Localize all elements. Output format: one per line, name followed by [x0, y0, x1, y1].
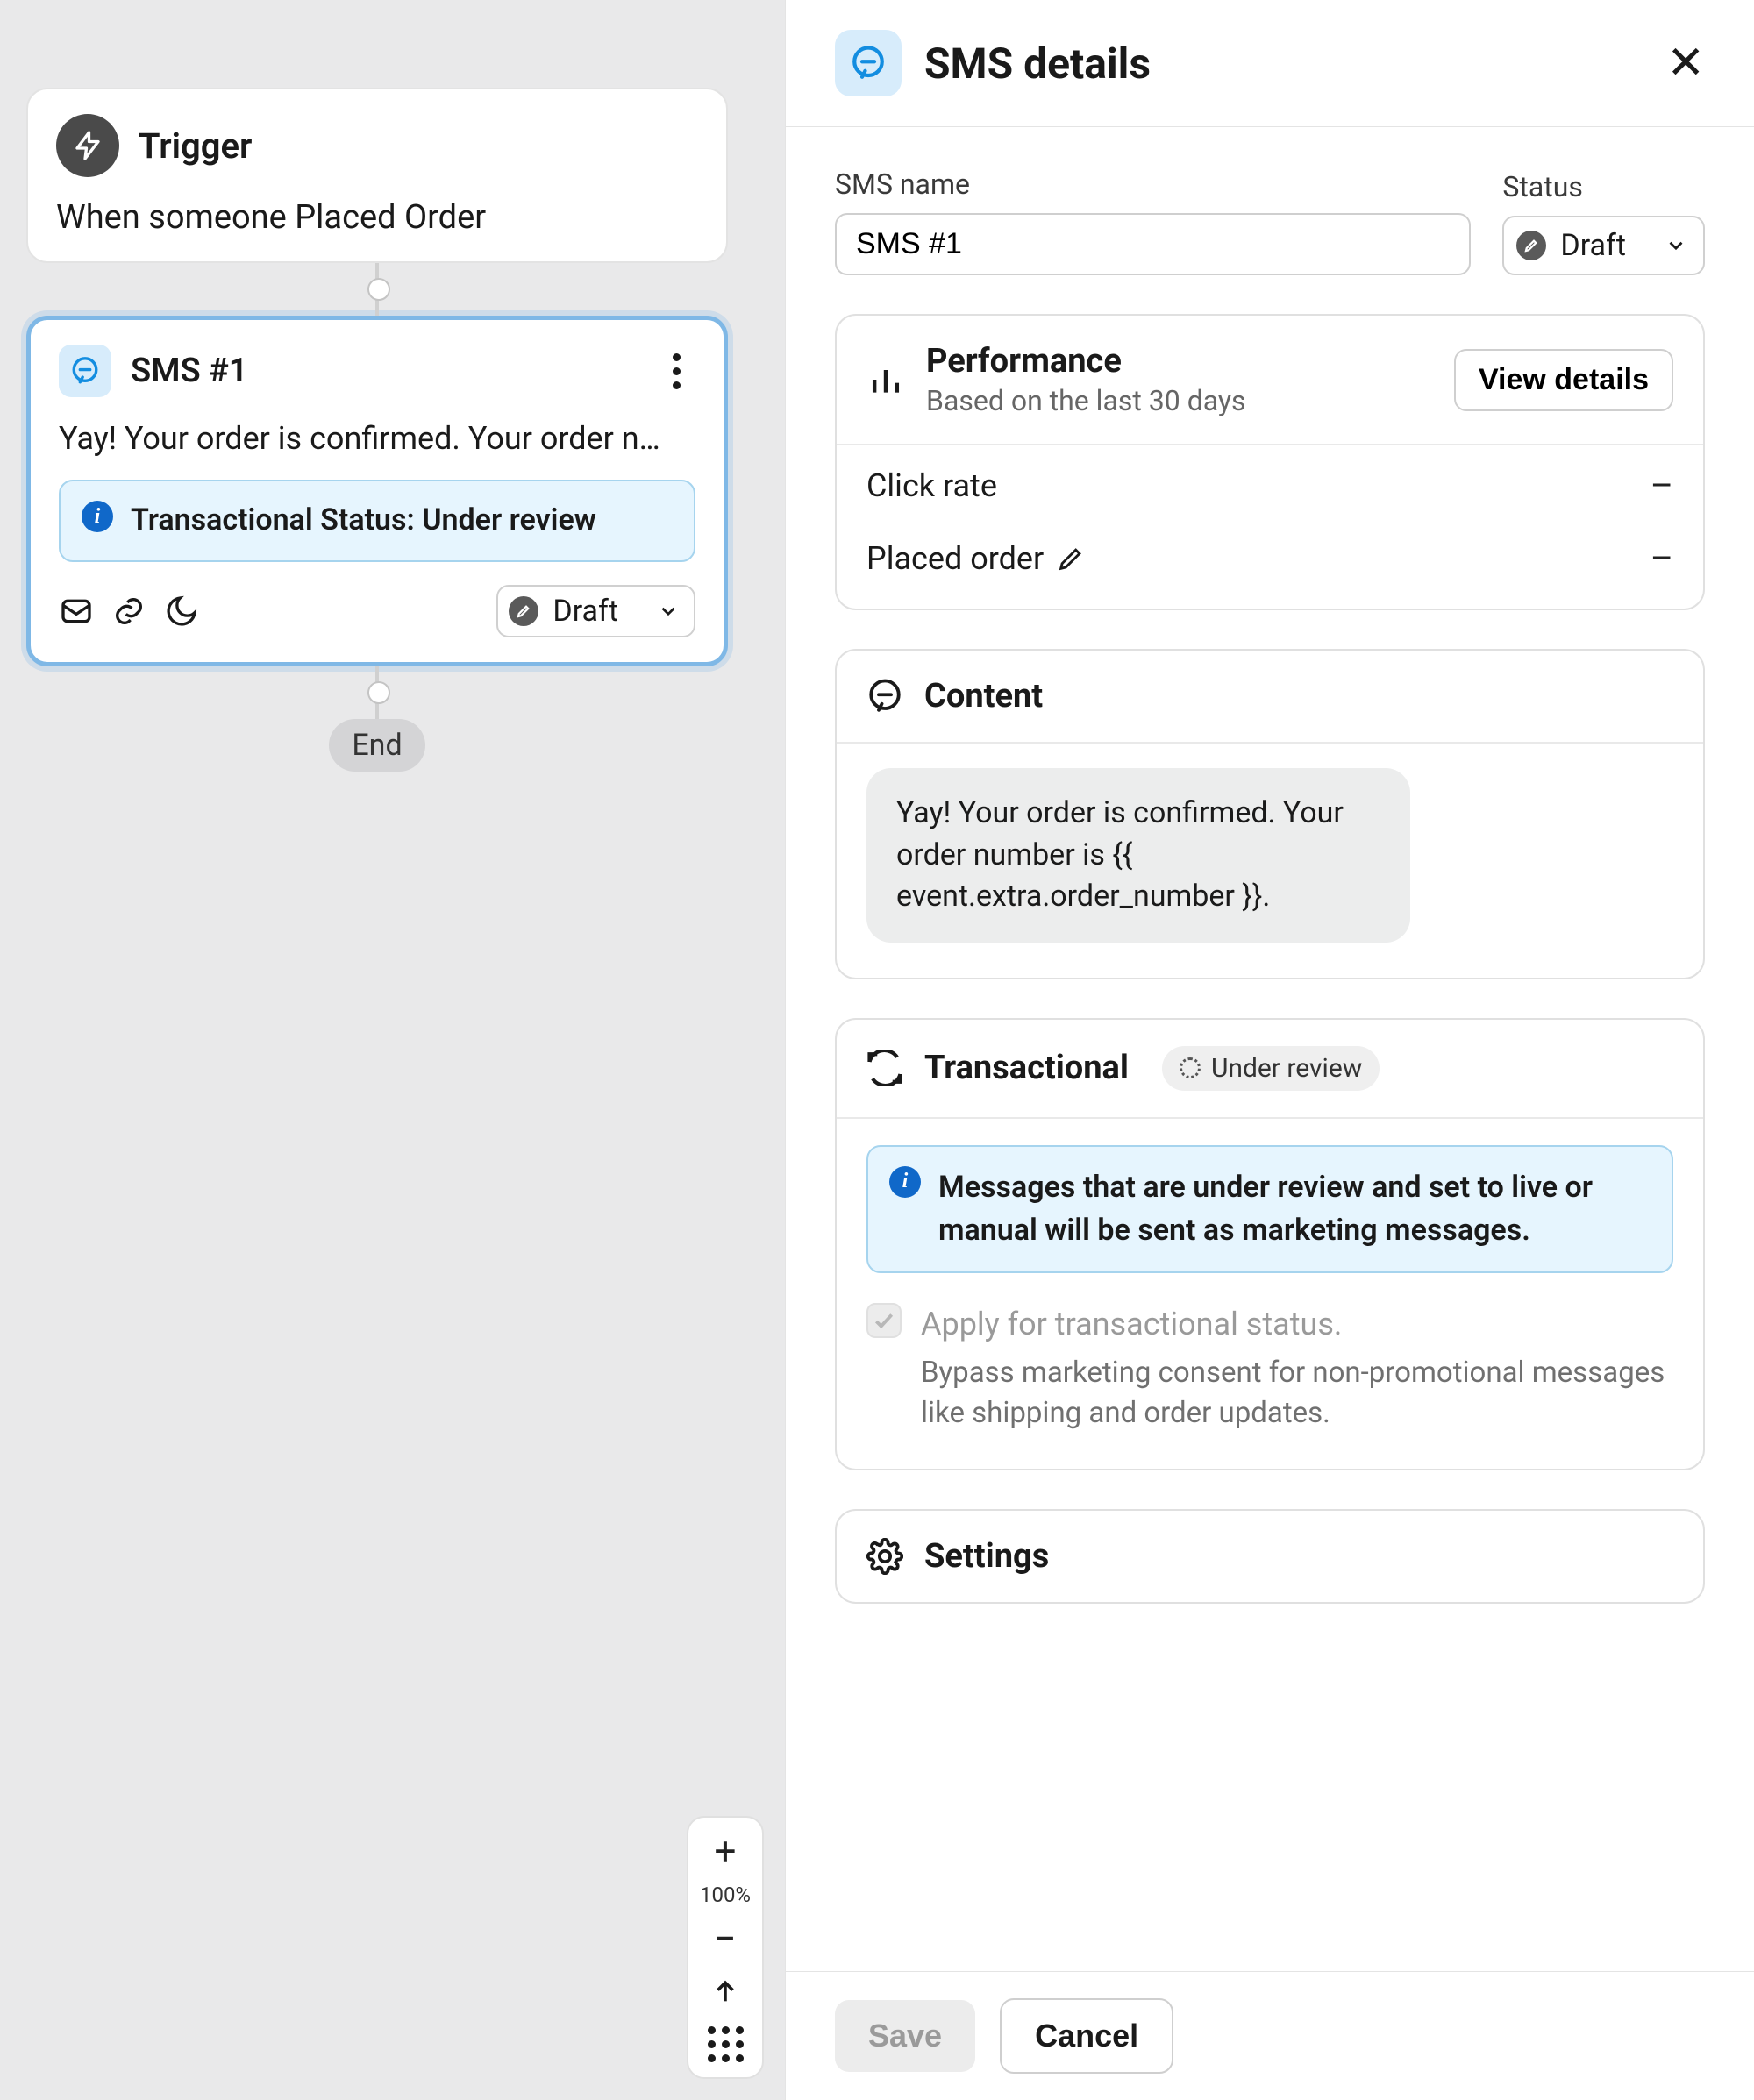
panel-title: SMS details	[924, 39, 1643, 89]
sms-preview-text: Yay! Your order is confirmed. Your order…	[59, 420, 695, 457]
connector-line	[375, 666, 379, 719]
link-icon	[111, 594, 146, 629]
apply-label: Apply for transactional status.	[921, 1303, 1673, 1346]
node-mini-icons	[59, 594, 199, 629]
metric-label: Placed order	[866, 540, 1086, 577]
callout-text: Transactional Status: Under review	[131, 501, 596, 541]
view-details-button[interactable]: View details	[1454, 349, 1673, 411]
sms-icon	[835, 30, 902, 96]
save-button[interactable]: Save	[835, 2000, 975, 2072]
transactional-status-badge: Under review	[1162, 1046, 1380, 1091]
metric-value: –	[1651, 465, 1673, 506]
sms-icon	[59, 345, 111, 397]
metric-row: Click rate –	[837, 445, 1703, 525]
scroll-up-button[interactable]	[699, 1970, 752, 2012]
performance-title: Performance	[926, 342, 1246, 381]
content-section: Content Yay! Your order is confirmed. Yo…	[835, 649, 1705, 979]
info-icon: i	[889, 1166, 921, 1198]
panel-footer: Save Cancel	[786, 1971, 1754, 2100]
flow-canvas[interactable]: Trigger When someone Placed Order SMS #1	[0, 0, 785, 2100]
zoom-percent: 100%	[700, 1883, 751, 1907]
node-status-label: Draft	[553, 594, 618, 629]
zoom-controls: + 100% −	[687, 1816, 764, 2079]
transactional-section: Transactional Under review i Messages th…	[835, 1018, 1705, 1471]
pencil-in-circle-icon	[509, 596, 538, 626]
cancel-button[interactable]: Cancel	[1000, 1998, 1173, 2074]
metric-value: –	[1651, 537, 1673, 579]
close-button[interactable]: ✕	[1666, 40, 1705, 86]
info-icon: i	[82, 501, 113, 532]
edit-icon[interactable]	[1056, 544, 1086, 573]
trigger-node[interactable]: Trigger When someone Placed Order	[26, 88, 728, 263]
apply-sub: Bypass marketing consent for non-promoti…	[921, 1353, 1673, 1434]
bolt-icon	[56, 114, 119, 177]
performance-subtitle: Based on the last 30 days	[926, 384, 1246, 417]
metric-row: Placed order –	[837, 525, 1703, 609]
bar-chart-icon	[866, 360, 905, 399]
transactional-callout: i Messages that are under review and set…	[866, 1145, 1673, 1274]
kebab-menu-button[interactable]	[657, 352, 695, 390]
metric-label: Click rate	[866, 467, 997, 504]
moon-icon	[164, 594, 199, 629]
status-value: Draft	[1560, 228, 1626, 263]
status-callout: i Transactional Status: Under review	[59, 480, 695, 562]
settings-section: Settings	[835, 1509, 1705, 1604]
transactional-title: Transactional	[924, 1049, 1129, 1087]
sms-name-input[interactable]	[835, 213, 1471, 275]
settings-title: Settings	[924, 1537, 1049, 1576]
pencil-in-circle-icon	[1516, 231, 1546, 260]
trigger-description: When someone Placed Order	[56, 198, 698, 237]
sms-content-preview: Yay! Your order is confirmed. Your order…	[866, 768, 1410, 943]
content-title: Content	[924, 677, 1043, 715]
panel-header: SMS details ✕	[786, 0, 1754, 127]
gear-icon	[866, 1538, 903, 1575]
sms-node-title: SMS #1	[131, 352, 638, 390]
connector-line	[375, 263, 379, 316]
message-icon	[866, 678, 903, 715]
apply-transactional-row: Apply for transactional status. Bypass m…	[866, 1303, 1673, 1434]
apply-checkbox[interactable]	[866, 1303, 902, 1338]
grid-menu-button[interactable]	[699, 2023, 752, 2065]
chevron-down-icon	[657, 600, 680, 623]
details-panel: SMS details ✕ SMS name Status Draft	[785, 0, 1754, 2100]
sms-node[interactable]: SMS #1 Yay! Your order is confirmed. You…	[26, 316, 728, 666]
status-field-label: Status	[1502, 170, 1705, 203]
refresh-icon	[866, 1050, 903, 1086]
status-dropdown[interactable]: Draft	[1502, 216, 1705, 275]
transactional-callout-text: Messages that are under review and set t…	[938, 1166, 1651, 1253]
end-node: End	[329, 719, 424, 772]
trigger-title: Trigger	[139, 125, 252, 167]
chevron-down-icon	[1665, 234, 1687, 257]
node-status-dropdown[interactable]: Draft	[496, 585, 695, 637]
performance-section: Performance Based on the last 30 days Vi…	[835, 314, 1705, 610]
zoom-in-button[interactable]: +	[699, 1830, 752, 1872]
pending-icon	[1180, 1057, 1201, 1078]
zoom-out-button[interactable]: −	[699, 1918, 752, 1960]
sms-name-label: SMS name	[835, 167, 1471, 201]
envelope-icon	[59, 594, 94, 629]
